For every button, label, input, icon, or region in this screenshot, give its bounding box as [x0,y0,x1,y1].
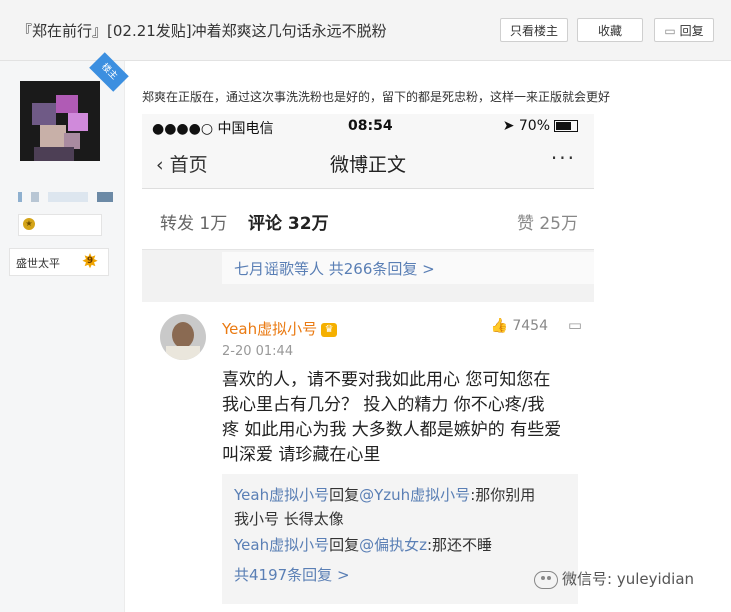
comment-line: 叫深爱 请珍藏在心里 [222,445,381,465]
member-badge: ★ [18,214,102,236]
weibo-screenshot: ●●●●○ 中国电信 08:54 ➤ 70% ‹ 首页 微博正文 ··· 转发 … [142,114,594,612]
reply-user[interactable]: Yeah虚拟小号 [234,536,329,554]
tab-repost[interactable]: 转发 1万 [160,209,227,234]
reply-verb: 回复 [329,536,360,554]
more-icon[interactable]: ··· [551,146,576,170]
reply-text: :那还不睡 [427,536,493,554]
commenter-avatar[interactable] [160,314,206,360]
nav-title: 微博正文 [329,154,406,176]
weibo-tabs: 转发 1万 评论 32万 赞 25万 [142,189,594,250]
post-title: 『郑在前行』[02.21发贴]冲着郑爽这几句话永远不脱粉 [17,22,387,40]
post-text: 郑爽在正版在，通过这次事洗洗粉也是好的，留下的都是死忠粉，这样一来正版就会更好 [142,90,611,104]
avatar[interactable] [20,81,100,161]
location-icon: ➤ [502,118,515,134]
clock: 08:54 [348,118,393,134]
username-blurred[interactable] [18,186,114,202]
medal-icon: ★ [23,218,35,230]
tab-likes[interactable]: 赞 25万 [517,209,578,234]
reply-user[interactable]: Yeah虚拟小号 [234,486,329,504]
comment-line: 我心里占有几分？ 投入的精力 你不心疼/我 [222,395,545,415]
reply-text: :那你别用 [470,486,536,504]
comment-reply-icon[interactable]: ▭ [568,316,582,334]
favorite-button[interactable]: 收藏 [577,18,643,42]
reply-target[interactable]: @偏执女z [359,536,427,554]
level-title: 盛世太平 [16,257,60,270]
author-sidebar: 楼主 ★ 盛世太平 ✸ 9 [0,52,129,612]
post-header: 『郑在前行』[02.21发贴]冲着郑爽这几句话永远不脱粉 只看楼主 收藏 ▭ 回复 [0,0,731,61]
comment: Yeah虚拟小号 ♛ 👍 7454 ▭ 2-20 01:44 喜欢的人，请不要对我… [142,302,594,612]
only-host-button[interactable]: 只看楼主 [500,18,568,42]
watermark-text: 微信号: yuleyidian [562,570,695,588]
carrier: ●●●●○ 中国电信 [152,121,274,137]
battery-icon [554,120,578,132]
wechat-icon [534,570,558,589]
vip-icon: ♛ [321,322,338,337]
nested-reply: Yeah虚拟小号回复@Yzuh虚拟小号:那你别用 [234,484,535,506]
nested-reply-cont: 我小号 长得太像 [234,510,344,528]
comment-line: 疼 如此用心为我 大多数人都是嫉妒的 有些爱 [222,420,562,440]
battery-percent: 70% [518,118,550,134]
reply-button[interactable]: ▭ 回复 [654,18,714,42]
comment-time: 2-20 01:44 [222,344,294,359]
reply-verb: 回复 [329,486,360,504]
reply-button-label: 回复 [679,24,704,38]
like-count: 7454 [512,318,548,334]
wechat-watermark: 微信号: yuleyidian [534,568,694,589]
weibo-nav: ‹ 首页 微博正文 ··· [142,138,594,189]
comment-line: 喜欢的人，请不要对我如此用心 您可知您在 [222,370,551,390]
battery: ➤ 70% [503,118,578,134]
sub-reply-summary[interactable]: 七月谣歌等人 共266条回复 > [222,252,594,284]
reply-icon: ▭ [664,24,676,38]
tab-comments[interactable]: 评论 32万 [248,209,329,234]
thumbs-up-icon: 👍 [490,318,508,334]
status-bar: ●●●●○ 中国电信 08:54 ➤ 70% [142,114,594,138]
all-replies-link[interactable]: 共4197条回复 > [234,564,350,586]
comment-body: 喜欢的人，请不要对我如此用心 您可知您在 我心里占有几分？ 投入的精力 你不心疼… [222,368,582,468]
reply-target[interactable]: @Yzuh虚拟小号 [359,486,470,504]
commenter-name[interactable]: Yeah虚拟小号 ♛ [222,318,338,339]
nested-reply: Yeah虚拟小号回复@偏执女z:那还不睡 [234,534,492,556]
commenter-name-text: Yeah虚拟小号 [222,320,318,338]
nested-replies: Yeah虚拟小号回复@Yzuh虚拟小号:那你别用 我小号 长得太像 Yeah虚拟… [222,474,578,604]
user-level: 盛世太平 ✸ 9 [9,248,109,276]
sub-reply-text: 七月谣歌等人 共266条回复 > [234,260,435,278]
level-number: 9 [86,256,94,266]
like-button[interactable]: 👍 7454 [490,318,548,334]
